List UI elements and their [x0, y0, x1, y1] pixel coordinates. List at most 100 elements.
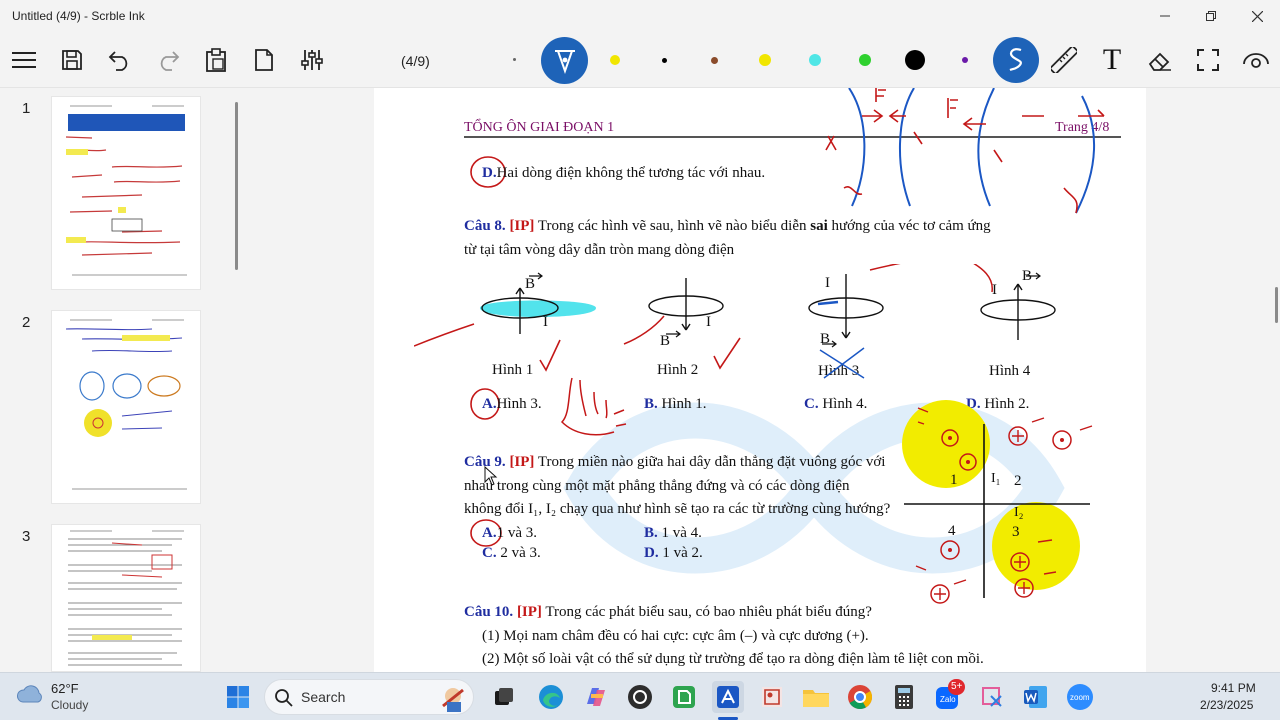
q10-line1: Câu 10. [IP] Trong các phát biểu sau, có…	[464, 604, 872, 620]
page-thumbnail-3[interactable]	[51, 524, 201, 672]
color-swatch-cyan[interactable]	[809, 54, 821, 66]
taskbar: 62°F Cloudy Search Zalo 5+ zoom 9:41 PM …	[0, 672, 1280, 720]
q9-label-i1: I₁	[991, 471, 1001, 486]
fig1-label-i: I	[543, 314, 548, 330]
search-placeholder: Search	[301, 689, 346, 705]
page-thumbnails-panel: 1 2 3	[0, 88, 374, 672]
settings-sliders-icon[interactable]	[294, 42, 330, 78]
color-swatch-purple[interactable]	[962, 57, 968, 63]
cloud-icon	[16, 684, 44, 709]
fig4-label-b: B	[1022, 268, 1033, 284]
q10-statement-2: (2) Một số loài vật có thể sử dụng từ tr…	[482, 651, 984, 667]
fig2-label-i: I	[706, 314, 711, 330]
q9-region-1: 1	[950, 472, 958, 488]
toolbar: (4/9) T	[0, 32, 1280, 88]
q9-region-4: 4	[948, 523, 956, 539]
q8-line1: Câu 8. [IP] Trong các hình vẽ sau, hình …	[464, 218, 991, 234]
task-view-icon[interactable]	[488, 681, 520, 713]
word-icon[interactable]	[1020, 681, 1052, 713]
separator-dot	[513, 58, 516, 61]
color-swatch-black-tiny[interactable]	[662, 58, 667, 63]
zoom-icon[interactable]: zoom	[1064, 681, 1096, 713]
close-icon[interactable]	[1234, 0, 1280, 32]
color-swatch-yellow[interactable]	[759, 54, 771, 66]
window-title: Untitled (4/9) - Scrble Ink	[12, 9, 145, 23]
copilot-icon[interactable]	[580, 681, 612, 713]
search-highlight-icon	[442, 688, 464, 712]
minimize-icon[interactable]	[1142, 0, 1188, 32]
select-icon[interactable]	[1190, 42, 1226, 78]
image-tool-icon[interactable]	[756, 681, 788, 713]
edge-icon[interactable]	[535, 681, 567, 713]
prev-option-d: D.Hai dòng điện không thể tương tác với …	[482, 165, 766, 181]
document-canvas[interactable]: TỔNG ÔN GIAI ĐOẠN 1 Trang 4/8 D.Hai dòng…	[374, 88, 1146, 672]
page-number-2: 2	[22, 314, 31, 331]
windows-start-icon[interactable]	[222, 681, 254, 713]
page-indicator: (4/9)	[401, 53, 430, 69]
weather-condition[interactable]: Cloudy	[51, 698, 88, 712]
q9-option-c: C. 2 và 3.	[482, 545, 541, 561]
q9-line1: Câu 9. [IP] Trong miền nào giữa hai dây …	[464, 454, 886, 470]
chrome-icon[interactable]	[844, 681, 876, 713]
weather-temp[interactable]: 62°F	[51, 681, 79, 696]
new-page-icon[interactable]	[246, 42, 282, 78]
handwritten-wire-sketch	[825, 88, 1105, 214]
clock-date[interactable]: 2/23/2025	[1200, 698, 1253, 712]
taskbar-search-box[interactable]: Search	[264, 679, 474, 715]
color-swatch-green[interactable]	[859, 54, 871, 66]
q9-label-i2: I₂	[1014, 505, 1024, 520]
redo-icon[interactable]	[150, 42, 186, 78]
clipboard-icon[interactable]	[198, 42, 234, 78]
title-bar: Untitled (4/9) - Scrble Ink	[0, 0, 1280, 32]
fig1-label-b: B	[525, 276, 536, 292]
ruler-icon[interactable]	[1046, 42, 1082, 78]
menu-icon[interactable]	[6, 42, 42, 78]
q9-region-3: 3	[1012, 524, 1020, 540]
fig3-label-i: I	[825, 275, 830, 291]
fig4-label-i: I	[992, 282, 997, 298]
search-icon	[275, 689, 293, 707]
text-icon[interactable]: T	[1094, 42, 1130, 78]
q9-line2: nhau trong cùng một mặt phẳng thẳng đứng…	[464, 478, 850, 494]
q9-region-2: 2	[1014, 473, 1022, 489]
scrble-ink-icon[interactable]	[712, 681, 744, 713]
q8-line2: từ tại tâm vòng dây dẫn tròn mang dòng đ…	[464, 242, 735, 258]
page-thumbnail-2[interactable]	[51, 310, 201, 504]
undo-icon[interactable]	[102, 42, 138, 78]
color-swatch-brown[interactable]	[711, 57, 718, 64]
pen-icon[interactable]	[541, 37, 588, 84]
restore-icon[interactable]	[1188, 0, 1234, 32]
page-number-3: 3	[22, 528, 31, 545]
file-explorer-icon[interactable]	[800, 681, 832, 713]
lasso-icon[interactable]	[993, 37, 1039, 83]
q9-diagram	[902, 400, 1093, 604]
fig1-caption: Hình 1	[492, 362, 534, 378]
q9-option-d: D. 1 và 2.	[644, 545, 703, 561]
q9-option-b: B. 1 và 4.	[644, 525, 702, 541]
q8-option-a: A.Hình 3.	[482, 396, 542, 412]
handwritten-hand-sketch	[560, 377, 627, 436]
camtasia-icon[interactable]	[668, 681, 700, 713]
q8-option-c: C. Hình 4.	[804, 396, 868, 412]
calculator-icon[interactable]	[888, 681, 920, 713]
obs-icon[interactable]	[624, 681, 656, 713]
right-margin-area	[1146, 88, 1280, 672]
svg-text:zoom: zoom	[1070, 693, 1090, 702]
eraser-icon[interactable]	[1142, 42, 1178, 78]
sidebar-scrollbar[interactable]	[235, 102, 238, 270]
q8-option-b: B. Hình 1.	[644, 396, 707, 412]
clock-time[interactable]: 9:41 PM	[1211, 681, 1256, 695]
page-thumbnail-1[interactable]	[51, 96, 201, 290]
color-swatch-yellow-small[interactable]	[610, 55, 620, 65]
mouse-cursor-icon	[484, 466, 498, 486]
view-icon[interactable]	[1238, 42, 1274, 78]
q9-line3: không đổi I₁, I₂ chạy qua như hình sẽ tạ…	[464, 501, 891, 517]
vertical-scrollbar[interactable]	[1275, 287, 1278, 323]
page-number-1: 1	[22, 100, 31, 117]
snipping-tool-icon[interactable]	[976, 681, 1008, 713]
svg-text:Zalo: Zalo	[940, 695, 956, 704]
page-header-title: TỔNG ÔN GIAI ĐOẠN 1	[464, 120, 615, 135]
color-swatch-black[interactable]	[905, 50, 925, 70]
save-icon[interactable]	[54, 42, 90, 78]
q9-option-a: A.1 và 3.	[482, 525, 538, 541]
